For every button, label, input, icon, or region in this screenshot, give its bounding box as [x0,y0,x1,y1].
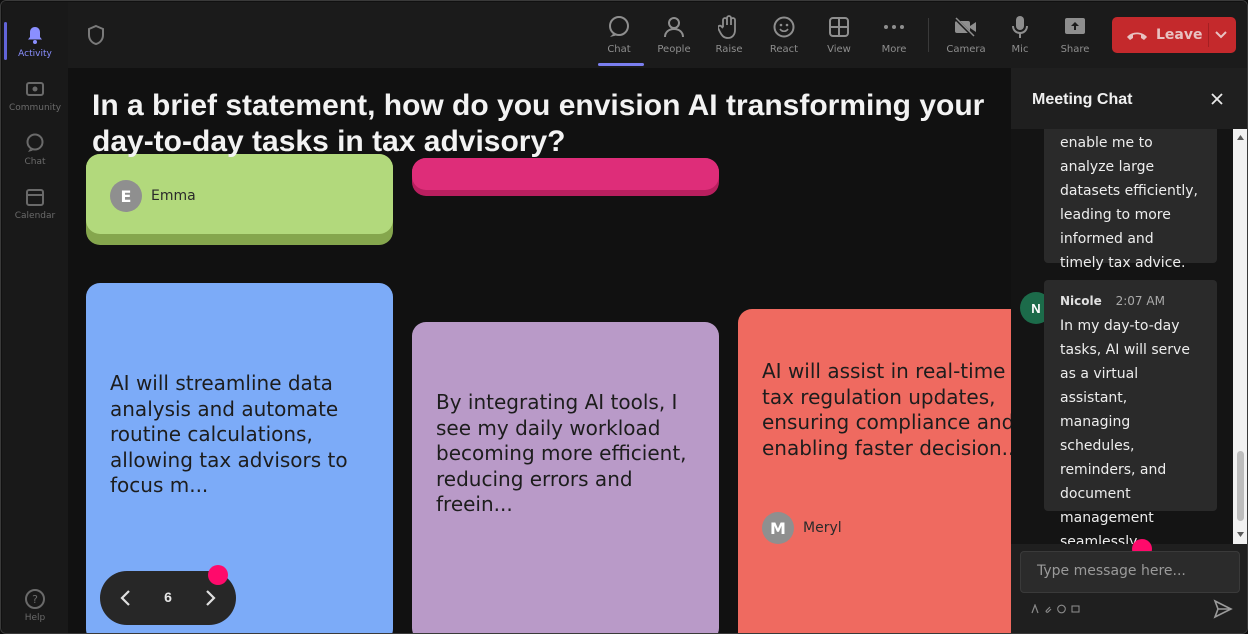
toolbar-camera-label: Camera [946,44,986,55]
message-time: 2:07 AM [1115,294,1165,308]
toolbar-chat-label: Chat [607,44,631,55]
card-text: AI will streamline data analysis and aut… [110,371,348,497]
scroll-up-icon[interactable] [1236,133,1245,142]
scroll-down-icon[interactable] [1236,530,1245,539]
message-input[interactable]: Type message here... [1020,551,1240,593]
app-window: Activity Community Chat Calendar ? Help [0,0,1248,634]
format-icon[interactable] [1031,604,1039,614]
rail-item-label: Activity [18,48,52,59]
toolbar-mic-label: Mic [1011,44,1029,55]
toolbar-share-label: Share [1060,44,1090,55]
toolbar-raise-button[interactable]: Raise [704,12,754,62]
people-icon [661,14,687,40]
leave-button[interactable]: Leave [1112,17,1236,53]
toolbar-react-label: React [769,44,799,55]
toolbar-camera-button[interactable]: Camera [941,12,991,62]
chat-messages[interactable]: enable me to analyze large datasets effi… [1011,129,1247,544]
react-smiley-icon [771,14,797,40]
chat-icon [606,14,632,40]
message-meta: Nicole 2:07 AM [1044,280,1217,313]
toolbar-view-button[interactable]: View [814,12,864,62]
calendar-icon [24,186,46,208]
community-icon [24,78,46,100]
leave-label: Leave [1156,27,1203,43]
rail-item-label: Calendar [14,210,56,221]
chat-message: enable me to analyze large datasets effi… [1044,129,1217,271]
toolbar-raise-label: Raise [715,44,743,55]
toolbar-divider [928,18,929,52]
idea-card[interactable]: By integrating AI tools, I see my daily … [412,322,719,633]
rail-item-calendar[interactable]: Calendar [2,178,68,228]
idea-card[interactable]: AI will assist in real-time tax regulati… [738,309,1011,633]
rail-item-community[interactable]: Community [2,70,68,120]
rail-item-label: Community [8,102,62,113]
chat-icon [24,132,46,154]
rail-item-help[interactable]: ? Help [2,580,68,630]
toolbar-people-button[interactable]: People [649,12,699,62]
gif-icon[interactable] [1071,604,1080,614]
input-placeholder: Type message here... [1037,563,1186,579]
hang-up-icon [1127,32,1147,40]
chevron-left-icon[interactable] [116,588,136,608]
more-dots-icon [881,14,907,40]
rail-item-chat[interactable]: Chat [2,124,68,174]
toolbar-mic-button[interactable]: Mic [995,12,1045,62]
bell-icon [24,24,46,46]
avatar-initial: N [1031,300,1041,316]
chevron-down-icon[interactable] [1214,27,1228,41]
toolbar-share-button[interactable]: Share [1050,12,1100,62]
camera-off-icon [953,14,979,40]
rail-item-label: Chat [24,156,46,167]
toolbar-view-label: View [827,44,851,55]
brainstorm-stage: In a brief statement, how do you envisio… [68,68,1011,633]
message-text: In my day-to-day tasks, AI will serve as… [1060,318,1190,544]
share-icon [1062,14,1088,40]
rail-item-activity[interactable]: Activity [2,16,68,66]
app-rail: Activity Community Chat Calendar ? Help [2,2,68,633]
toolbar-chat-button[interactable]: Chat [594,12,644,66]
meeting-chat-panel: Meeting Chat enable me to analyze large … [1011,68,1247,633]
toolbar-people-label: People [657,44,691,55]
format-toolbar [1031,604,1111,616]
help-icon: ? [24,588,46,610]
attach-icon[interactable] [1044,604,1052,614]
idea-card[interactable] [412,158,719,196]
chat-scrollbar[interactable] [1233,129,1247,544]
card-text: AI will assist in real-time tax regulati… [762,359,1011,460]
leave-divider [1208,23,1209,47]
author-name: Emma [151,188,196,204]
toolbar-more-label: More [881,44,907,55]
shield-icon[interactable] [86,24,108,46]
send-icon[interactable] [1213,599,1233,619]
author-name: Meryl [803,520,842,536]
message-sender: Nicole [1060,294,1102,308]
card-text: By integrating AI tools, I see my daily … [436,390,687,516]
raise-hand-icon [716,14,742,40]
card-author: E Emma [110,180,196,212]
card-author: M Meryl [762,512,842,544]
svg-text:?: ? [32,593,38,606]
view-grid-icon [826,14,852,40]
rail-item-label: Help [24,612,46,623]
meeting-toolbar: Chat People Raise React View More Camera [68,2,1247,68]
chevron-right-icon[interactable] [200,588,220,608]
close-icon[interactable] [1209,91,1225,107]
toolbar-react-button[interactable]: React [759,12,809,62]
page-number: 6 [164,589,172,605]
question-title: In a brief statement, how do you envisio… [92,89,985,158]
chat-title: Meeting Chat [1032,91,1133,108]
scrollbar-thumb[interactable] [1237,451,1244,521]
emoji-icon[interactable] [1057,604,1066,614]
toolbar-more-button[interactable]: More [869,12,919,62]
message-text: enable me to analyze large datasets effi… [1060,135,1199,271]
avatar: M [762,512,794,544]
idea-card[interactable]: E Emma [86,154,393,245]
mic-icon [1007,14,1033,40]
avatar: E [110,180,142,212]
chat-message: Nicole 2:07 AM In my day-to-day tasks, A… [1044,280,1217,544]
notification-dot [208,565,228,585]
